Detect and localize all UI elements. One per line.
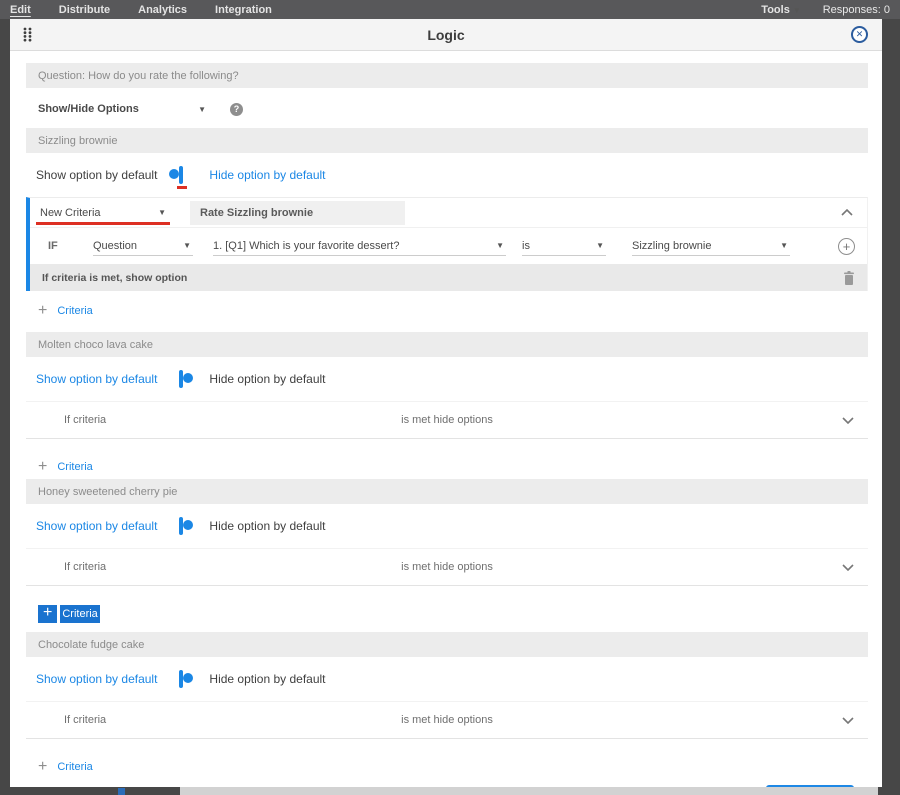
tools-menu[interactable]: Tools ▼	[761, 4, 800, 16]
chevron-down-icon[interactable]	[842, 563, 854, 571]
option-header-molten-choco: Molten choco lava cake	[26, 332, 868, 357]
red-annotation-underline	[36, 221, 170, 225]
collapsed-criteria-row: is met hide options If criteria	[26, 701, 868, 739]
plus-icon: +	[38, 302, 48, 319]
background-page-accent	[118, 788, 125, 795]
option-header-fudge-cake: Chocolate fudge cake	[26, 632, 868, 657]
show-option-link[interactable]: Show option by default	[36, 672, 157, 686]
chevron-down-icon: ▼	[183, 241, 191, 250]
condition-answer-dropdown[interactable]: Sizzling brownie ▼	[632, 236, 790, 256]
show-option-link[interactable]: Show option by default	[36, 519, 157, 533]
hide-option-link[interactable]: Hide option by default	[209, 168, 325, 182]
modal-footer: Reset Logic Save Logic	[26, 775, 868, 787]
collapsed-criteria-row: is met hide options If criteria	[26, 401, 868, 439]
help-icon[interactable]: ?	[230, 102, 243, 116]
modal-header: Logic ✕	[10, 19, 882, 51]
add-criteria-button[interactable]: + Criteria	[38, 303, 868, 319]
delete-criteria-icon[interactable]	[843, 270, 855, 285]
criteria-description-input[interactable]	[190, 200, 405, 225]
add-criteria-button-highlighted[interactable]: + Criteria	[38, 605, 868, 623]
if-keyword: IF	[48, 240, 58, 252]
criteria-result-bar: If criteria is met, show option	[30, 264, 867, 291]
show-option-link[interactable]: Show option by default	[36, 372, 157, 386]
option-header-sizzling-brownie: Sizzling brownie	[26, 128, 868, 153]
chevron-down-icon[interactable]	[842, 416, 854, 424]
toggle-row-cherry-pie: Show option by default Hide option by de…	[36, 512, 868, 540]
show-hide-toggle[interactable]	[179, 670, 194, 688]
show-hide-toggle[interactable]	[179, 370, 194, 388]
toggle-knob	[169, 169, 180, 179]
responses-count[interactable]: Responses: 0	[823, 4, 890, 16]
collapsed-criteria-row: is met hide options If criteria	[26, 548, 868, 586]
hide-option-label[interactable]: Hide option by default	[209, 519, 325, 533]
criteria-type-dropdown[interactable]: New Criteria ▼	[36, 203, 170, 225]
close-icon[interactable]: ✕	[851, 26, 868, 43]
logic-type-dropdown[interactable]: Show/Hide Options ▼	[38, 103, 206, 115]
condition-operator-dropdown[interactable]: is ▼	[522, 236, 606, 256]
chevron-down-icon: ▼	[496, 241, 504, 250]
option-header-cherry-pie: Honey sweetened cherry pie	[26, 479, 868, 504]
chevron-down-icon: ▼	[596, 241, 604, 250]
add-criteria-button[interactable]: + Criteria	[38, 759, 868, 775]
chevron-down-icon[interactable]	[842, 716, 854, 724]
toggle-row-fudge-cake: Show option by default Hide option by de…	[36, 665, 868, 693]
show-hide-toggle[interactable]	[179, 517, 194, 535]
top-nav: Edit Distribute Analytics Integration	[10, 4, 272, 16]
condition-field-dropdown[interactable]: Question ▼	[93, 236, 193, 256]
modal-content: Question: How do you rate the following?…	[10, 51, 882, 787]
chevron-up-icon[interactable]	[841, 209, 853, 216]
show-hide-toggle[interactable]	[169, 166, 184, 184]
plus-icon: +	[38, 605, 58, 623]
modal-title: Logic	[427, 26, 465, 43]
show-option-label[interactable]: Show option by default	[36, 168, 157, 182]
toggle-knob	[183, 673, 194, 683]
drag-handle-icon[interactable]	[22, 27, 33, 42]
question-label-bar: Question: How do you rate the following?	[26, 63, 868, 88]
toggle-row-sizzling-brownie: Show option by default Hide option by de…	[36, 161, 868, 189]
criteria-summary: is met hide options	[401, 414, 493, 426]
nav-tab-edit[interactable]: Edit	[10, 4, 31, 16]
criteria-block: New Criteria ▼ IF Question ▼ 1. [Q1] Whi…	[26, 197, 868, 291]
hide-option-label[interactable]: Hide option by default	[209, 672, 325, 686]
top-navigation-bar: Edit Distribute Analytics Integration To…	[0, 0, 900, 19]
nav-tab-distribute[interactable]: Distribute	[59, 4, 110, 16]
plus-icon: +	[38, 458, 48, 475]
background-page-strip	[180, 787, 878, 795]
hide-option-label[interactable]: Hide option by default	[209, 372, 325, 386]
chevron-down-icon: ▼	[792, 5, 801, 15]
toggle-row-molten-choco: Show option by default Hide option by de…	[36, 365, 868, 393]
plus-icon: +	[38, 758, 48, 775]
toggle-knob	[183, 520, 194, 530]
add-condition-icon[interactable]: +	[838, 237, 855, 255]
criteria-condition-row: IF Question ▼ 1. [Q1] Which is your favo…	[30, 228, 867, 264]
chevron-down-icon: ▼	[198, 104, 206, 114]
nav-tab-integration[interactable]: Integration	[215, 4, 272, 16]
criteria-summary: is met hide options	[401, 714, 493, 726]
chevron-down-icon: ▼	[158, 208, 166, 217]
chevron-down-icon: ▼	[780, 241, 788, 250]
red-annotation-underline	[177, 186, 188, 189]
criteria-summary: is met hide options	[401, 561, 493, 573]
toggle-knob	[183, 373, 194, 383]
add-criteria-button[interactable]: + Criteria	[38, 459, 868, 475]
condition-question-dropdown[interactable]: 1. [Q1] Which is your favorite dessert? …	[213, 236, 506, 256]
nav-tab-analytics[interactable]: Analytics	[138, 4, 187, 16]
logic-modal: Logic ✕ Question: How do you rate the fo…	[10, 19, 882, 787]
